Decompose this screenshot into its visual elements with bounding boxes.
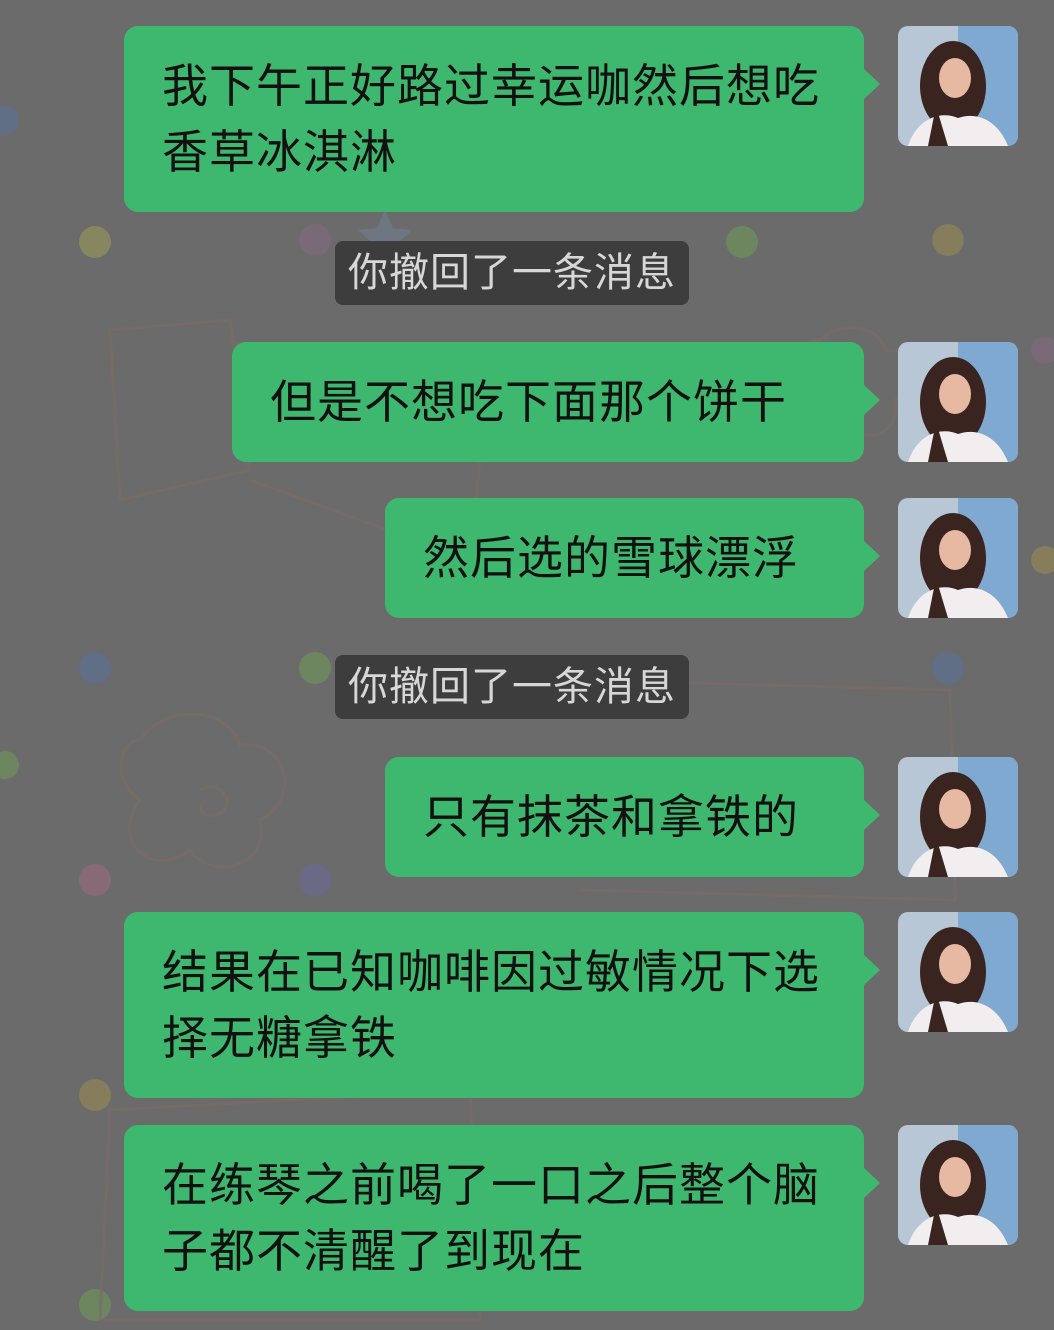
- user-avatar[interactable]: [898, 757, 1018, 877]
- user-avatar[interactable]: [898, 498, 1018, 618]
- avatar-photo-icon: [898, 342, 1018, 462]
- outgoing-message-bubble[interactable]: 在练琴之前喝了一口之后整个脑子都不清醒了到现在: [124, 1125, 880, 1311]
- outgoing-message-bubble[interactable]: 我下午正好路过幸运咖然后想吃香草冰淇淋: [124, 26, 880, 212]
- avatar-photo-icon: [898, 1125, 1018, 1245]
- recall-notice: 你撤回了一条消息: [335, 241, 689, 305]
- user-avatar[interactable]: [898, 342, 1018, 462]
- user-avatar[interactable]: [898, 912, 1018, 1032]
- outgoing-message-bubble[interactable]: 结果在已知咖啡因过敏情况下选择无糖拿铁: [124, 912, 880, 1098]
- user-avatar[interactable]: [898, 1125, 1018, 1245]
- chat-message-list[interactable]: 我下午正好路过幸运咖然后想吃香草冰淇淋 你撤回了一条消息 但是不想吃下面那个饼干: [0, 0, 1054, 1330]
- message-row: 但是不想吃下面那个饼干: [232, 342, 1018, 462]
- outgoing-message-bubble[interactable]: 然后选的雪球漂浮: [385, 498, 880, 618]
- message-row: 在练琴之前喝了一口之后整个脑子都不清醒了到现在: [124, 1125, 1018, 1311]
- avatar-photo-icon: [898, 26, 1018, 146]
- user-avatar[interactable]: [898, 26, 1018, 146]
- message-row: 然后选的雪球漂浮: [385, 498, 1018, 618]
- message-row: 结果在已知咖啡因过敏情况下选择无糖拿铁: [124, 912, 1018, 1098]
- message-row: 只有抹茶和拿铁的: [385, 757, 1018, 877]
- outgoing-message-bubble[interactable]: 只有抹茶和拿铁的: [385, 757, 880, 877]
- avatar-photo-icon: [898, 757, 1018, 877]
- avatar-photo-icon: [898, 498, 1018, 618]
- outgoing-message-bubble[interactable]: 但是不想吃下面那个饼干: [232, 342, 880, 462]
- recall-notice: 你撤回了一条消息: [335, 655, 689, 719]
- message-row: 我下午正好路过幸运咖然后想吃香草冰淇淋: [124, 26, 1018, 212]
- avatar-photo-icon: [898, 912, 1018, 1032]
